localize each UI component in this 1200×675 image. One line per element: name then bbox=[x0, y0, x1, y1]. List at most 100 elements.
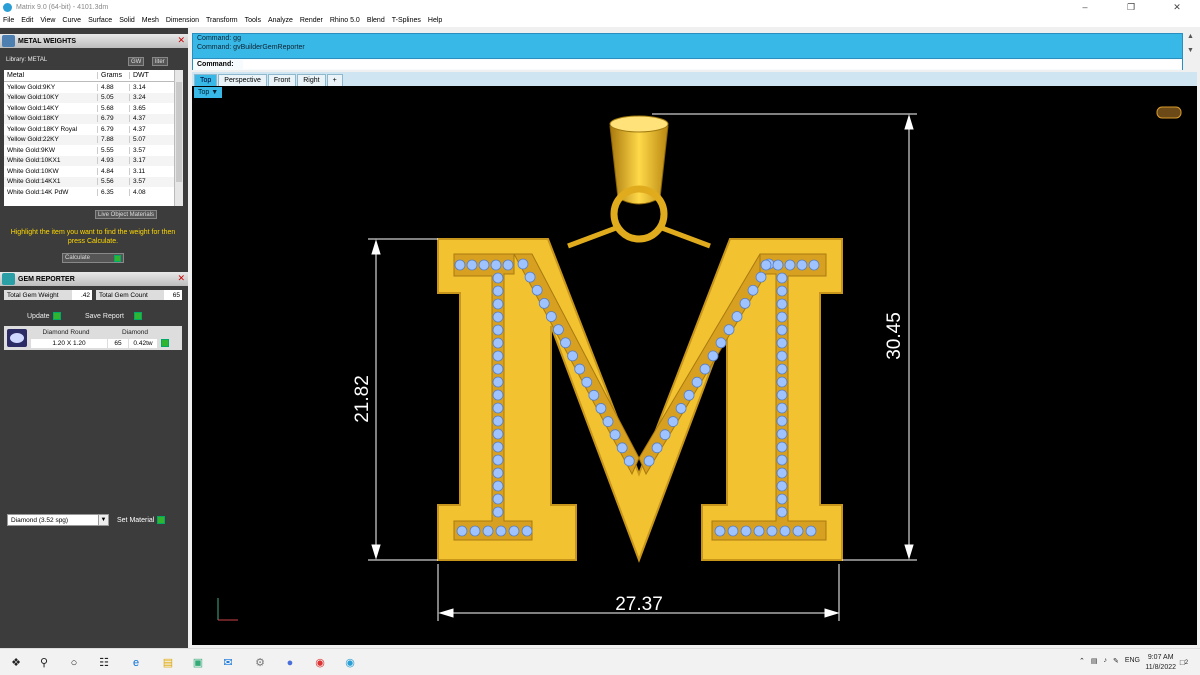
table-row[interactable]: Yellow Gold:9KY 4.88 3.14 bbox=[4, 82, 174, 93]
task-view-icon[interactable]: ☷ bbox=[96, 655, 112, 670]
gem-table-row[interactable]: Diamond Round Diamond 1.20 X 1.20 65 0.4… bbox=[4, 326, 182, 350]
metal-table-header: Metal Grams DWT bbox=[4, 70, 174, 82]
col-grams[interactable]: Grams bbox=[98, 72, 130, 79]
edge-icon[interactable]: e bbox=[128, 655, 144, 670]
tab-perspective[interactable]: Perspective bbox=[218, 74, 267, 86]
file-explorer-icon[interactable]: ▤ bbox=[160, 655, 176, 670]
gem-stone bbox=[776, 298, 788, 310]
calculate-button[interactable]: Calculate bbox=[62, 253, 124, 263]
top-viewport[interactable]: 21.82 30.45 27.37 bbox=[192, 86, 1197, 645]
command-prompt: Command: bbox=[193, 58, 1182, 70]
zoom-icon[interactable]: ● bbox=[282, 655, 298, 670]
chrome-icon[interactable]: ◉ bbox=[312, 655, 328, 670]
language-indicator[interactable]: ENG bbox=[1125, 657, 1140, 665]
close-button[interactable]: ✕ bbox=[1154, 0, 1200, 14]
table-row[interactable]: White Gold:10KW 4.84 3.11 bbox=[4, 166, 174, 177]
windows-start-icon[interactable]: ❖ bbox=[8, 655, 24, 670]
menu-item-edit[interactable]: Edit bbox=[21, 17, 33, 24]
menu-item-mesh[interactable]: Mesh bbox=[142, 17, 159, 24]
gem-stone bbox=[492, 298, 504, 310]
gem-detail-button[interactable] bbox=[161, 339, 169, 347]
chevron-up-icon[interactable]: ⌃ bbox=[1079, 657, 1085, 665]
table-row[interactable]: White Gold:9KW 5.55 3.57 bbox=[4, 145, 174, 156]
command-input[interactable] bbox=[243, 60, 1181, 69]
metal-grams: 4.93 bbox=[98, 157, 130, 165]
menu-bar: File Edit View Curve Surface Solid Mesh Dimensi… bbox=[0, 14, 1200, 27]
menu-item-rhino-5-0[interactable]: Rhino 5.0 bbox=[330, 17, 360, 24]
scroll-thumb[interactable] bbox=[176, 82, 182, 182]
command-history-line: Command: gg bbox=[197, 35, 241, 42]
restore-button[interactable]: ❐ bbox=[1108, 0, 1154, 14]
matrix-taskbar-icon[interactable]: ◉ bbox=[342, 655, 358, 670]
menu-item-view[interactable]: View bbox=[40, 17, 55, 24]
table-row[interactable]: White Gold:14K PdW 6.35 4.08 bbox=[4, 187, 174, 198]
tab-add[interactable]: + bbox=[326, 74, 343, 86]
table-row[interactable]: White Gold:14KX1 5.56 3.57 bbox=[4, 176, 174, 187]
save-report-button[interactable]: Save Report bbox=[85, 312, 142, 320]
gem-stone bbox=[792, 525, 804, 537]
update-button[interactable]: Update bbox=[27, 312, 61, 320]
close-icon[interactable]: ✕ bbox=[177, 35, 185, 46]
update-label: Update bbox=[27, 312, 50, 320]
command-scrollbar[interactable]: ▲ ▼ bbox=[1184, 33, 1197, 70]
liter-button[interactable]: liter bbox=[152, 57, 168, 66]
gem-stone bbox=[581, 376, 593, 388]
menu-item-blend[interactable]: Blend bbox=[367, 17, 385, 24]
material-dropdown-value: Diamond (3.52 spg) bbox=[11, 516, 69, 524]
menu-item-render[interactable]: Render bbox=[300, 17, 323, 24]
col-dwt[interactable]: DWT bbox=[130, 72, 174, 79]
model-view: 21.82 30.45 27.37 bbox=[217, 106, 1182, 621]
volume-icon[interactable]: ♪ bbox=[1103, 657, 1107, 665]
col-metal[interactable]: Metal bbox=[4, 72, 98, 79]
minimize-button[interactable]: – bbox=[1062, 0, 1108, 14]
total-gem-weight-label: Total Gem Weight bbox=[4, 290, 72, 300]
menu-item-t-splines[interactable]: T-Splines bbox=[392, 17, 421, 24]
gem-stone bbox=[456, 525, 468, 537]
gem-shape: Diamond Round bbox=[42, 329, 90, 336]
menu-item-tools[interactable]: Tools bbox=[245, 17, 261, 24]
menu-item-solid[interactable]: Solid bbox=[119, 17, 135, 24]
table-row[interactable]: Yellow Gold:22KY 7.88 5.07 bbox=[4, 134, 174, 145]
gw-button[interactable]: GW bbox=[128, 57, 145, 66]
search-icon[interactable]: ⚲ bbox=[36, 655, 52, 670]
metal-dwt: 4.08 bbox=[133, 188, 146, 196]
material-dropdown[interactable]: Diamond (3.52 spg) ▼ bbox=[7, 514, 109, 526]
mail-icon[interactable]: ✉ bbox=[220, 655, 236, 670]
menu-item-file[interactable]: File bbox=[3, 17, 14, 24]
metal-dwt: 3.11 bbox=[133, 167, 146, 175]
menu-item-curve[interactable]: Curve bbox=[62, 17, 81, 24]
close-icon[interactable]: ✕ bbox=[177, 273, 185, 284]
tab-front[interactable]: Front bbox=[267, 74, 297, 86]
gem-stone bbox=[492, 441, 504, 453]
rhino-icon[interactable]: ⚙ bbox=[252, 655, 268, 670]
menu-item-analyze[interactable]: Analyze bbox=[268, 17, 293, 24]
cortana-icon[interactable]: ○ bbox=[66, 655, 82, 670]
chevron-down-icon[interactable]: ▼ bbox=[98, 515, 108, 525]
live-object-materials-button[interactable]: Live Object Materials bbox=[95, 210, 158, 219]
menu-item-help[interactable]: Help bbox=[428, 17, 442, 24]
table-row[interactable]: Yellow Gold:14KY 5.68 3.65 bbox=[4, 103, 174, 114]
gem-stone bbox=[805, 525, 817, 537]
gem-stone bbox=[776, 324, 788, 336]
navigation-widget bbox=[1156, 106, 1182, 119]
gem-stone bbox=[740, 525, 752, 537]
tab-top[interactable]: Top bbox=[194, 74, 218, 86]
table-row[interactable]: Yellow Gold:18KY 6.79 4.37 bbox=[4, 113, 174, 124]
menu-item-dimension[interactable]: Dimension bbox=[166, 17, 199, 24]
menu-item-transform[interactable]: Transform bbox=[206, 17, 238, 24]
table-row[interactable]: Yellow Gold:10KY 5.05 3.24 bbox=[4, 92, 174, 103]
set-material-button[interactable]: Set Material bbox=[117, 516, 166, 524]
network-icon[interactable]: ▤ bbox=[1091, 657, 1098, 665]
table-row[interactable]: White Gold:10KX1 4.93 3.17 bbox=[4, 155, 174, 166]
notification-icon[interactable]: □ 2 bbox=[1176, 655, 1192, 670]
menu-item-surface[interactable]: Surface bbox=[88, 17, 112, 24]
viewport-label[interactable]: Top ▼ bbox=[194, 87, 223, 98]
gem-stone bbox=[517, 258, 529, 270]
pen-icon[interactable]: ✎ bbox=[1113, 657, 1119, 665]
table-row[interactable]: Yellow Gold:18KY Royal 6.79 4.37 bbox=[4, 124, 174, 135]
metal-table-scrollbar[interactable] bbox=[174, 70, 183, 206]
tab-right[interactable]: Right bbox=[297, 74, 326, 86]
clock[interactable]: 9:07 AM 11/8/2022 bbox=[1145, 653, 1176, 673]
store-icon[interactable]: ▣ bbox=[190, 655, 206, 670]
gem-stone bbox=[739, 297, 751, 309]
